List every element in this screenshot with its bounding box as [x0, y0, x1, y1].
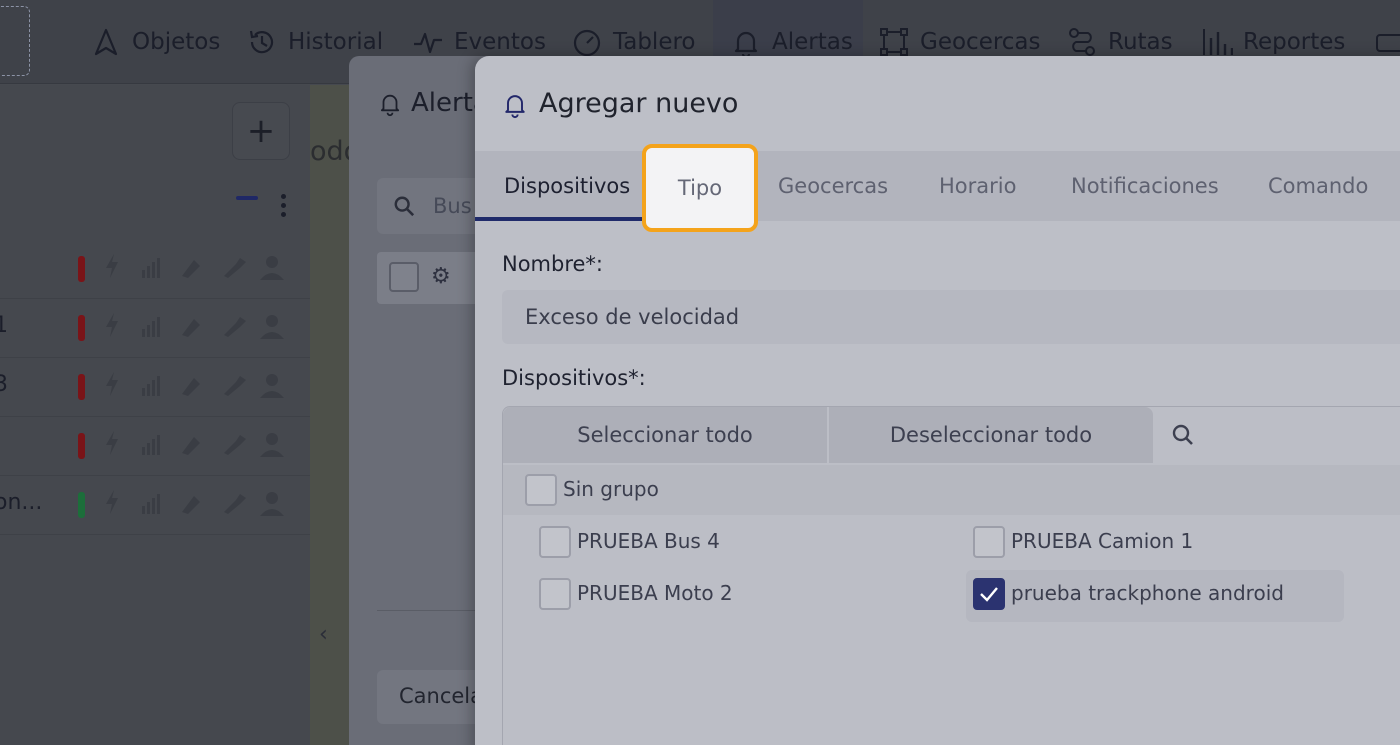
device-label: PRUEBA Camion 1 [1011, 529, 1194, 553]
add-alert-dialog: Agregar nuevo Dispositivos Geocercas Hor… [475, 56, 1400, 745]
group-row[interactable]: Sin grupo [503, 465, 1400, 515]
nav-label: Alertas [772, 29, 853, 55]
geofence-icon [880, 28, 908, 56]
gauge-icon [573, 29, 601, 57]
nav-label: Eventos [454, 29, 546, 55]
pulse-icon [414, 32, 442, 54]
row-status-icons [106, 254, 284, 516]
route-icon [1069, 28, 1095, 56]
device-icon [1376, 34, 1400, 52]
object-name: on... [0, 490, 43, 515]
map-area[interactable] [310, 85, 350, 745]
status-indicator [78, 256, 85, 282]
alert-checkbox[interactable] [389, 262, 419, 292]
devices-selector: Seleccionar todo Deseleccionar todo Sin … [502, 406, 1400, 745]
search-placeholder: Bus [433, 194, 472, 218]
dialog-title: Agregar nuevo [539, 88, 739, 119]
deselect-all-button[interactable]: Deseleccionar todo [829, 407, 1153, 463]
dialog-header: Agregar nuevo [475, 56, 1400, 151]
nav-label: Historial [288, 29, 384, 55]
object-name: 3 [0, 372, 8, 397]
history-icon [249, 30, 274, 54]
nav-item-objetos[interactable]: Objetos [90, 20, 220, 64]
tab-tipo[interactable]: Tipo [642, 144, 758, 232]
nav-label: Geocercas [920, 29, 1041, 55]
chevron-left-icon[interactable]: ‹ [319, 622, 328, 647]
tab-dispositivos[interactable]: Dispositivos [504, 151, 630, 221]
status-indicator [78, 433, 85, 459]
collapse-icon[interactable] [236, 196, 258, 200]
device-checkbox-checked[interactable] [973, 578, 1005, 610]
nav-label: Tablero [613, 29, 696, 55]
tab-notificaciones[interactable]: Notificaciones [1071, 151, 1219, 221]
checkmark-icon [980, 587, 998, 602]
bell-icon [380, 94, 400, 117]
nav-label: Reportes [1243, 29, 1346, 55]
status-indicator [78, 315, 85, 341]
device-label: PRUEBA Moto 2 [577, 581, 733, 605]
tab-comando[interactable]: Comando [1268, 151, 1368, 221]
device-checkbox[interactable] [539, 578, 571, 610]
object-name: 1 [0, 313, 8, 338]
devices-label: Dispositivos*: [502, 366, 646, 390]
bell-icon [734, 31, 758, 58]
device-checkbox[interactable] [973, 526, 1005, 558]
status-indicator [78, 374, 85, 400]
select-all-button[interactable]: Seleccionar todo [503, 407, 827, 463]
dialog-tabs: Dispositivos Geocercas Horario Notificac… [475, 151, 1400, 221]
nav-label: Rutas [1108, 29, 1173, 55]
name-field[interactable]: Exceso de velocidad [502, 290, 1400, 344]
tab-horario[interactable]: Horario [939, 151, 1016, 221]
search-icon [394, 196, 415, 217]
status-indicator [78, 492, 85, 518]
device-label: PRUEBA Bus 4 [577, 529, 720, 553]
nav-label: Objetos [132, 29, 221, 55]
bar-chart-icon [1203, 29, 1233, 55]
logo-placeholder [0, 6, 30, 76]
gears-icon: ⚙ [431, 264, 451, 289]
group-label: Sin grupo [563, 477, 659, 501]
device-label: prueba trackphone android [1011, 581, 1284, 605]
name-label: Nombre*: [502, 252, 604, 276]
add-object-button[interactable]: + [232, 102, 290, 160]
kebab-menu-icon[interactable] [281, 194, 287, 218]
name-field-value: Exceso de velocidad [525, 305, 740, 329]
alerts-dialog-title: Alerta [377, 88, 489, 118]
device-checkbox[interactable] [539, 526, 571, 558]
tab-geocercas[interactable]: Geocercas [778, 151, 888, 221]
navigation-arrow-icon [94, 28, 118, 56]
group-checkbox[interactable] [525, 474, 557, 506]
search-icon[interactable] [1171, 423, 1195, 447]
active-tab-indicator [475, 217, 650, 221]
bell-icon [505, 94, 525, 118]
